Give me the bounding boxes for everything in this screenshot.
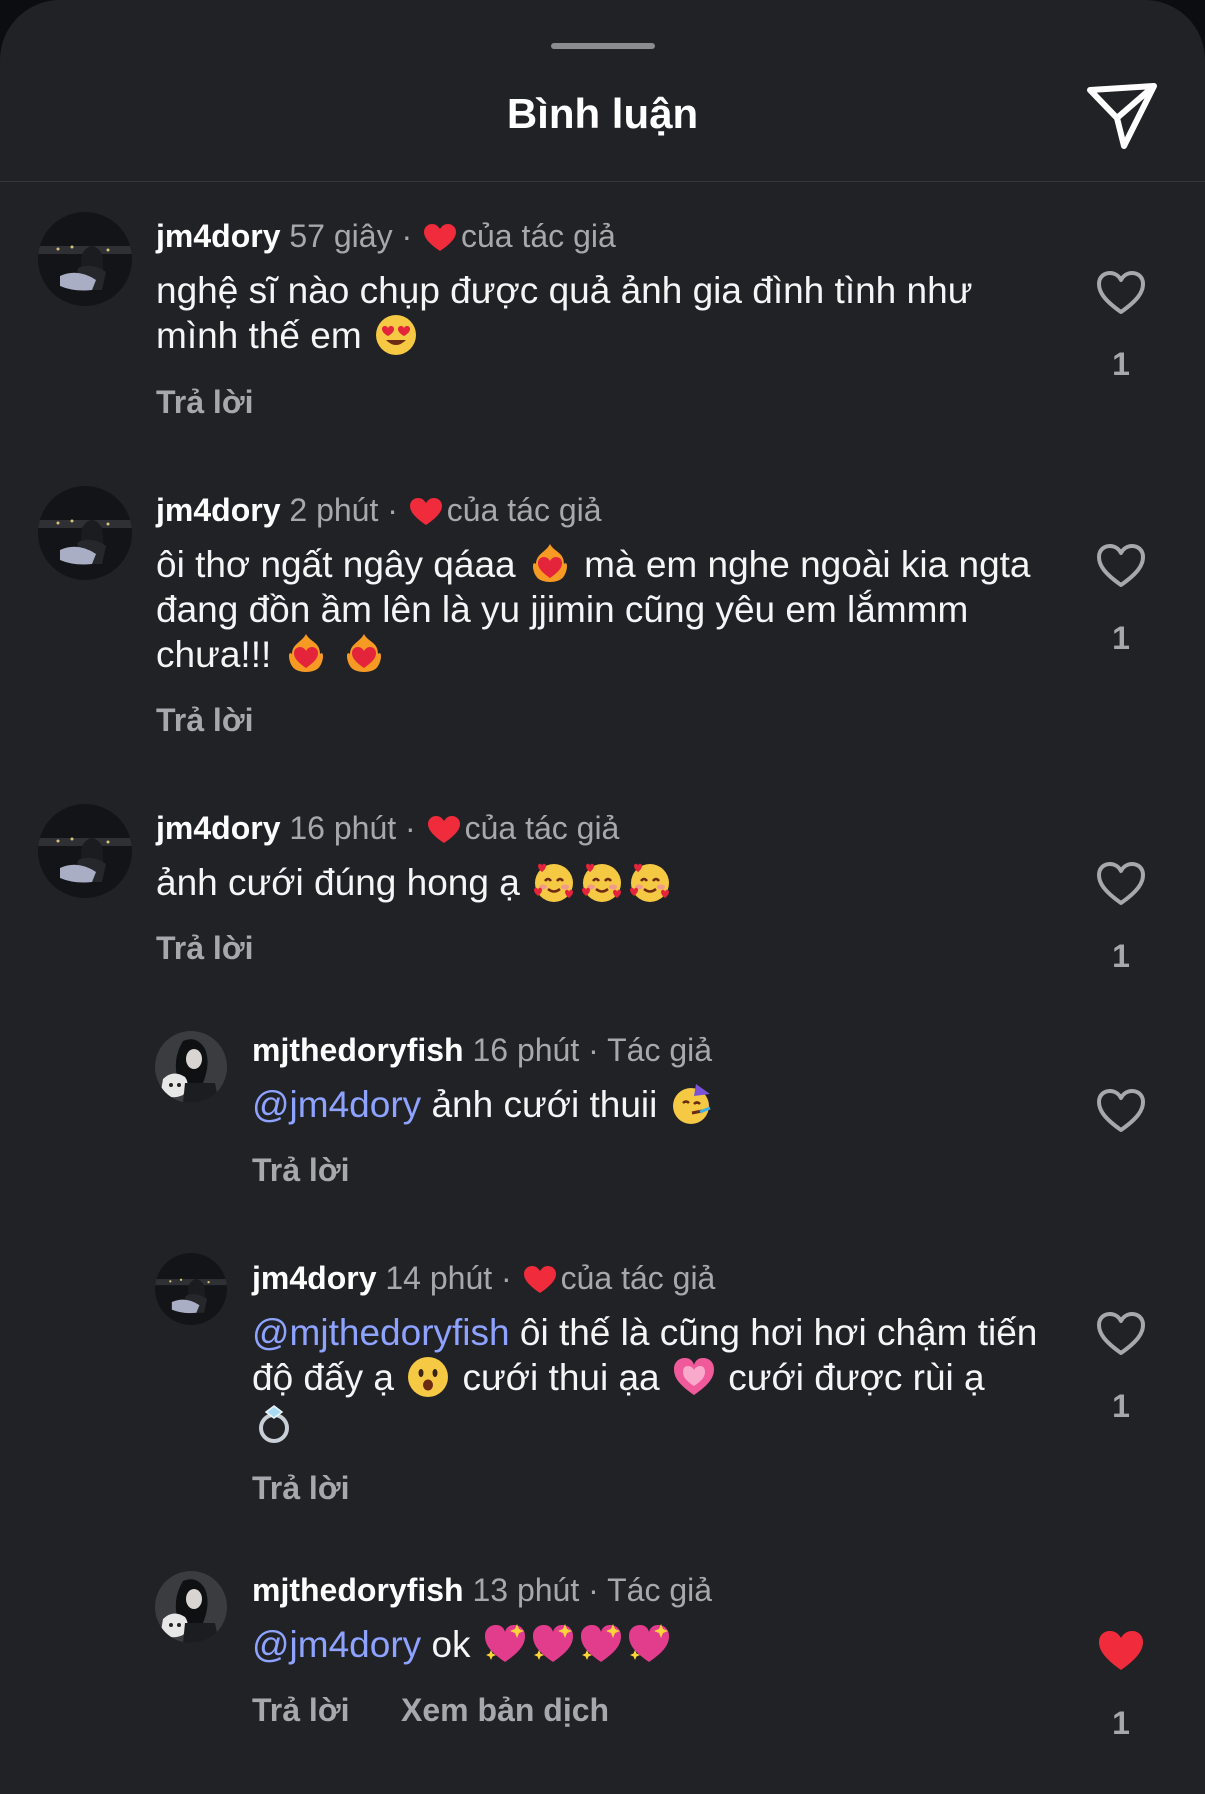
reply-button[interactable]: Trả lời [156, 382, 253, 422]
heart-on-fire-emoji [528, 542, 572, 586]
heart-eyes-emoji [374, 313, 418, 357]
mention-link[interactable]: @mjthedoryfish [252, 1312, 510, 1353]
comment-meta: mjthedoryfish 16 phút · Tác giả [252, 1032, 713, 1068]
avatar[interactable] [155, 1571, 227, 1643]
avatar[interactable] [155, 1031, 227, 1103]
send-paper-plane-icon[interactable] [1084, 80, 1160, 152]
sheet-grabber[interactable] [551, 43, 655, 49]
like-count: 1 [1112, 620, 1130, 656]
comment-text: ôi thơ ngất ngây qáaa mà em nghe ngoài k… [156, 542, 1031, 676]
timestamp: 16 phút [289, 810, 397, 846]
author-liked-heart-icon [423, 223, 457, 253]
avatar[interactable] [38, 486, 132, 580]
timestamp: 14 phút [385, 1260, 493, 1296]
author-liked-heart-icon [409, 497, 443, 527]
timestamp: 16 phút [472, 1032, 580, 1068]
author-like-tag: của tác giả [446, 492, 602, 528]
author-tag: Tác giả [607, 1572, 713, 1608]
author-like-tag: của tác giả [560, 1260, 716, 1296]
growing-heart-emoji [672, 1355, 716, 1399]
like-heart-icon[interactable] [1096, 861, 1146, 907]
smiling-face-with-hearts-emoji [532, 860, 576, 904]
comments-sheet: Bình luận jm4dory 57 giây · của tác giả … [0, 0, 1205, 1794]
heart-on-fire-emoji [284, 632, 328, 676]
hushed-face-emoji [406, 1355, 450, 1399]
comment-meta: jm4dory 16 phút · của tác giả [156, 810, 620, 846]
smiling-face-with-hearts-emoji [580, 860, 624, 904]
see-translation-button[interactable]: Xem bản dịch [401, 1690, 609, 1730]
sparkling-heart-emoji [579, 1622, 623, 1666]
author-tag: Tác giả [607, 1032, 713, 1068]
timestamp: 57 giây [289, 218, 393, 254]
like-count: 1 [1112, 346, 1130, 382]
username[interactable]: jm4dory [156, 810, 280, 846]
username[interactable]: jm4dory [156, 218, 280, 254]
username[interactable]: mjthedoryfish [252, 1032, 464, 1068]
sparkling-heart-emoji [627, 1622, 671, 1666]
comment-text: nghệ sĩ nào chụp được quả ảnh gia đình t… [156, 270, 973, 357]
ring-emoji [254, 1400, 298, 1444]
username[interactable]: jm4dory [156, 492, 280, 528]
like-count: 1 [1112, 1705, 1130, 1741]
reply-button[interactable]: Trả lời [252, 1150, 349, 1190]
mention-link[interactable]: @jm4dory [252, 1084, 421, 1125]
header-divider [0, 181, 1205, 182]
sparkling-heart-emoji [483, 1622, 527, 1666]
like-count: 1 [1112, 938, 1130, 974]
page-title: Bình luận [506, 90, 699, 137]
avatar[interactable] [38, 804, 132, 898]
username[interactable]: mjthedoryfish [252, 1572, 464, 1608]
mention-link[interactable]: @jm4dory [252, 1624, 421, 1665]
author-like-tag: của tác giả [464, 810, 620, 846]
sparkling-heart-emoji [531, 1622, 575, 1666]
comment-meta: jm4dory 14 phút · của tác giả [252, 1260, 716, 1296]
comment-text: @mjthedoryfish ôi thế là cũng hơi hơi ch… [252, 1310, 1042, 1445]
like-heart-icon[interactable] [1096, 1088, 1146, 1134]
author-liked-heart-icon [427, 815, 461, 845]
comment-text: ảnh cưới đúng hong ạ [156, 860, 1016, 905]
author-liked-heart-icon [523, 1265, 557, 1295]
comment-meta: jm4dory 57 giây · của tác giả [156, 218, 616, 254]
avatar[interactable] [38, 212, 132, 306]
reply-button[interactable]: Trả lời [156, 928, 253, 968]
avatar[interactable] [155, 1253, 227, 1325]
like-count: 1 [1112, 1388, 1130, 1424]
username[interactable]: jm4dory [252, 1260, 376, 1296]
timestamp: 13 phút [472, 1572, 580, 1608]
comment-text: @jm4dory ok [252, 1622, 1032, 1667]
smiling-face-with-hearts-emoji [628, 860, 672, 904]
comment-meta: mjthedoryfish 13 phút · Tác giả [252, 1572, 713, 1608]
heart-on-fire-emoji [342, 632, 386, 676]
partying-face-emoji [670, 1082, 714, 1126]
like-heart-icon[interactable] [1096, 543, 1146, 589]
author-like-tag: của tác giả [461, 218, 616, 254]
reply-button[interactable]: Trả lời [252, 1468, 349, 1508]
reply-button[interactable]: Trả lời [156, 700, 253, 740]
timestamp: 2 phút [289, 492, 379, 528]
comment-meta: jm4dory 2 phút · của tác giả [156, 492, 602, 528]
liked-heart-icon[interactable] [1096, 1628, 1146, 1674]
like-heart-icon[interactable] [1096, 270, 1146, 316]
comment-text: @jm4dory ảnh cưới thuii [252, 1082, 1032, 1127]
like-heart-icon[interactable] [1096, 1311, 1146, 1357]
reply-button[interactable]: Trả lời [252, 1690, 349, 1730]
